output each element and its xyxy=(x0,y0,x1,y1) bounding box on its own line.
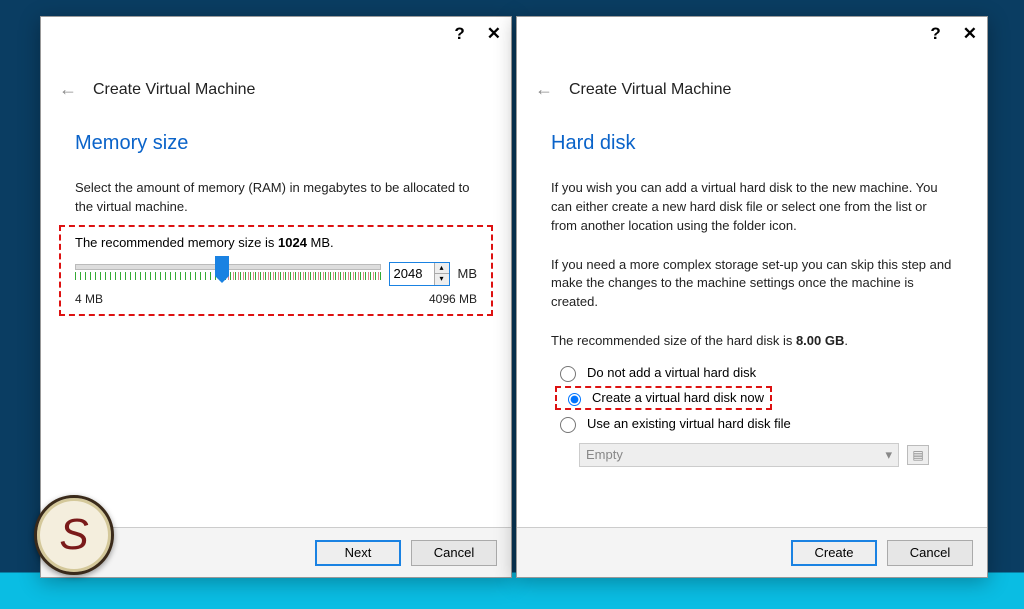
memory-unit: MB xyxy=(458,266,478,281)
memory-highlight: The recommended memory size is 1024 MB. … xyxy=(59,225,493,316)
slider-max: 4096 MB xyxy=(429,292,477,306)
wizard-header: ← Create Virtual Machine xyxy=(517,51,987,110)
back-arrow-icon[interactable]: ← xyxy=(59,79,77,100)
existing-disk-row: Empty ▾ ▤ xyxy=(579,443,959,467)
close-icon[interactable]: ✕ xyxy=(487,24,501,44)
memory-input[interactable] xyxy=(390,263,434,285)
next-button[interactable]: Next xyxy=(315,540,401,566)
section-title: Memory size xyxy=(41,110,511,163)
recommended-line: The recommended memory size is 1024 MB. xyxy=(75,235,477,250)
radio-no-disk-input[interactable] xyxy=(560,366,576,382)
memory-size-dialog: ? ✕ ← Create Virtual Machine Memory size… xyxy=(40,16,512,578)
radio-create-disk-label: Create a virtual hard disk now xyxy=(592,390,764,405)
cancel-button[interactable]: Cancel xyxy=(411,540,497,566)
radio-create-disk-input[interactable] xyxy=(568,393,581,406)
memory-spinner[interactable]: ▴ ▾ xyxy=(389,262,450,286)
radio-no-disk-label: Do not add a virtual hard disk xyxy=(587,365,756,380)
chevron-down-icon: ▾ xyxy=(885,447,892,463)
radio-create-disk[interactable]: Create a virtual hard disk now xyxy=(555,386,772,410)
titlebar: ? ✕ xyxy=(41,17,511,51)
memory-slider-row: ▴ ▾ MB xyxy=(75,260,477,288)
radio-existing-disk-label: Use an existing virtual hard disk file xyxy=(587,416,791,431)
folder-icon[interactable]: ▤ xyxy=(907,445,929,465)
radio-existing-disk[interactable]: Use an existing virtual hard disk file xyxy=(545,410,959,437)
back-arrow-icon[interactable]: ← xyxy=(535,79,553,100)
rec-value: 1024 xyxy=(278,235,307,250)
rec-value: 8.00 GB xyxy=(796,333,844,348)
instruction-text: Select the amount of memory (RAM) in meg… xyxy=(41,163,511,221)
para1: If you wish you can add a virtual hard d… xyxy=(517,163,987,240)
radio-existing-disk-input[interactable] xyxy=(560,417,576,433)
slider-thumb[interactable] xyxy=(215,256,229,276)
hard-disk-dialog: ? ✕ ← Create Virtual Machine Hard disk I… xyxy=(516,16,988,578)
titlebar: ? ✕ xyxy=(517,17,987,51)
help-icon[interactable]: ? xyxy=(454,24,464,44)
watermark-logo: S xyxy=(34,495,114,575)
help-icon[interactable]: ? xyxy=(930,24,940,44)
spinner-down-icon[interactable]: ▾ xyxy=(435,274,449,285)
radio-no-disk[interactable]: Do not add a virtual hard disk xyxy=(545,359,959,386)
wizard-title: Create Virtual Machine xyxy=(569,81,731,99)
cancel-button[interactable]: Cancel xyxy=(887,540,973,566)
para2: If you need a more complex storage set-u… xyxy=(517,240,987,317)
rec-prefix: The recommended memory size is xyxy=(75,235,278,250)
rec-suffix: . xyxy=(844,333,848,348)
slider-min: 4 MB xyxy=(75,292,103,306)
rec-prefix: The recommended size of the hard disk is xyxy=(551,333,796,348)
memory-slider[interactable] xyxy=(75,260,381,288)
recommended-disk: The recommended size of the hard disk is… xyxy=(517,316,987,355)
create-button[interactable]: Create xyxy=(791,540,877,566)
section-title: Hard disk xyxy=(517,110,987,163)
spinner-up-icon[interactable]: ▴ xyxy=(435,263,449,274)
existing-disk-dropdown[interactable]: Empty ▾ xyxy=(579,443,899,467)
existing-disk-value: Empty xyxy=(586,447,623,462)
rec-suffix: MB. xyxy=(307,235,334,250)
slider-range-labels: 4 MB 4096 MB xyxy=(75,292,477,306)
close-icon[interactable]: ✕ xyxy=(963,24,977,44)
button-bar: Create Cancel xyxy=(517,527,987,577)
wizard-title: Create Virtual Machine xyxy=(93,81,255,99)
wizard-header: ← Create Virtual Machine xyxy=(41,51,511,110)
